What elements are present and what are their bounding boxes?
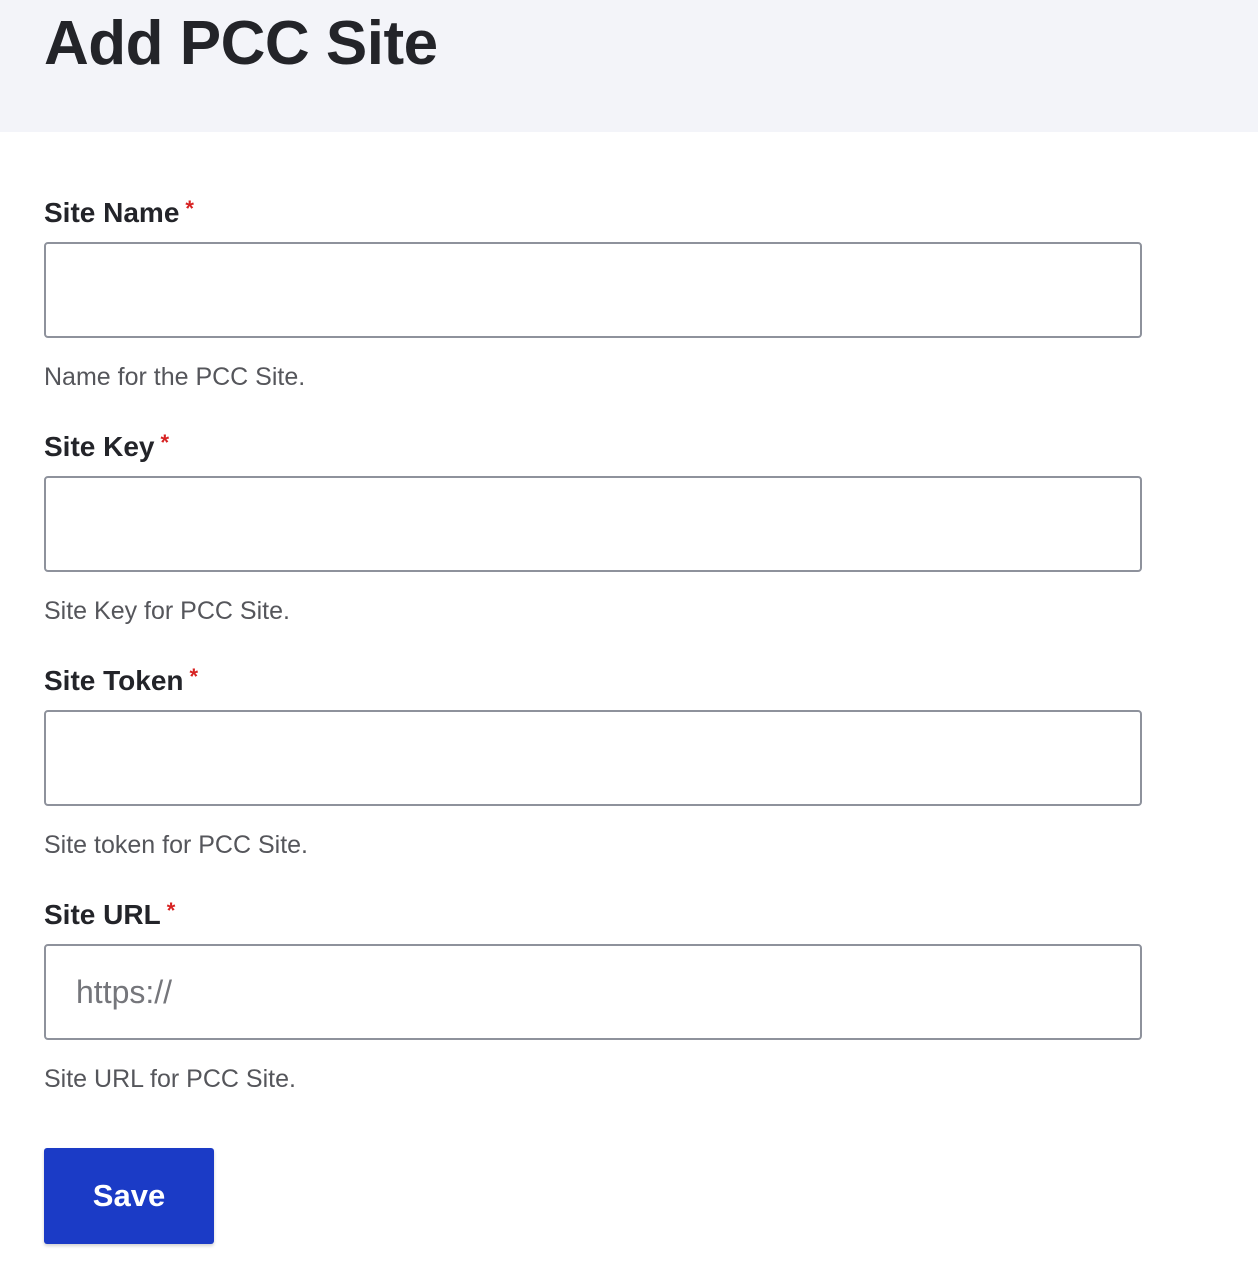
site-name-label: Site Name * <box>44 196 194 230</box>
site-url-label-text: Site URL <box>44 899 161 930</box>
site-url-description: Site URL for PCC Site. <box>44 1065 296 1093</box>
required-asterisk-icon: * <box>189 663 199 689</box>
site-token-label-text: Site Token <box>44 665 184 696</box>
site-key-description: Site Key for PCC Site. <box>44 597 290 625</box>
save-button[interactable]: Save <box>44 1148 214 1244</box>
site-key-input[interactable] <box>44 476 1142 572</box>
site-name-description: Name for the PCC Site. <box>44 363 306 391</box>
site-name-label-text: Site Name <box>44 197 180 228</box>
page-header: Add PCC Site <box>0 0 1258 132</box>
required-asterisk-icon: * <box>166 897 176 923</box>
site-token-description: Site token for PCC Site. <box>44 831 309 859</box>
site-name-input[interactable] <box>44 242 1142 338</box>
page-title: Add PCC Site <box>44 9 438 78</box>
site-url-label: Site URL * <box>44 898 175 932</box>
required-asterisk-icon: * <box>185 195 194 221</box>
required-asterisk-icon: * <box>160 429 170 455</box>
site-url-input[interactable] <box>44 944 1142 1040</box>
site-token-input[interactable] <box>44 710 1142 806</box>
site-key-label: Site Key * <box>44 430 169 464</box>
site-key-label-text: Site Key <box>44 431 155 462</box>
site-token-label: Site Token * <box>44 664 198 698</box>
